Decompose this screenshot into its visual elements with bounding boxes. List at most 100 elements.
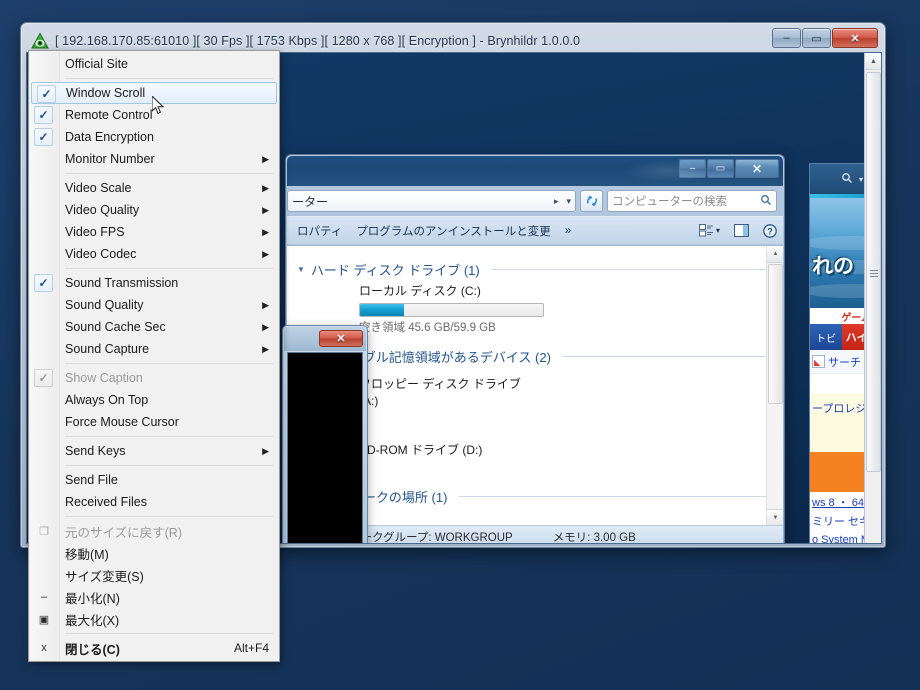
menu-item-n[interactable]: –最小化(N) [29,586,279,608]
menu-item-label: Monitor Number [65,152,252,166]
browser-search-icon[interactable] [841,172,853,187]
menu-item-label: Force Mouse Cursor [65,415,269,429]
drive-item-d[interactable]: BD-ROM ドライブ (D:) [359,442,766,459]
explorer-close-button[interactable]: ✕ [735,159,779,178]
menu-item-remote-control[interactable]: ✓Remote Control [29,104,279,126]
drive-item-a[interactable]: フロッピー ディスク ドライブ (A:) [359,376,766,410]
drive-usage-fill [360,304,404,316]
remote-vertical-scrollbar[interactable]: ▲ [864,53,881,543]
menu-item-x[interactable]: ▣最大化(X) [29,608,279,630]
menu-item-data-encryption[interactable]: ✓Data Encryption [29,126,279,148]
menu-item-monitor-number[interactable]: Monitor Number ▶ [29,148,279,170]
menu-item-c[interactable]: x閉じる(C)Alt+F4 [29,637,279,659]
menu-item-label: Video Scale [65,181,252,195]
status-workgroup: ワークグループ: WORKGROUP [349,529,513,544]
menu-item-label: Sound Capture [65,342,252,356]
explorer-titlebar[interactable]: – ▭ ✕ [287,156,783,186]
refresh-icon[interactable] [580,190,603,212]
console-close-button[interactable]: ✕ [319,330,363,347]
menu-item-send-keys[interactable]: Send Keys▶ [29,440,279,462]
menu-item-sound-capture[interactable]: Sound Capture▶ [29,338,279,360]
submenu-arrow-icon: ▶ [262,227,269,238]
menu-item-label: Video Quality [65,203,252,217]
menu-item-label: 移動(M) [65,544,269,563]
breadcrumb[interactable]: ーター ▸ ▾ [287,190,576,212]
menu-item-window-scroll[interactable]: ✓Window Scroll [31,82,277,104]
svg-text:?: ? [767,226,773,236]
menu-item-s[interactable]: サイズ変更(S) [29,564,279,586]
toolbar-uninstall-button[interactable]: プログラムのアンインストールと変更 [356,223,550,239]
drive-name: BD-ROM ドライブ (D:) [359,442,766,459]
menu-item-sound-cache-sec[interactable]: Sound Cache Sec▶ [29,316,279,338]
menu-item-video-scale[interactable]: Video Scale▶ [29,177,279,199]
explorer-toolbar: ロパティ プログラムのアンインストールと変更 » ▾ [287,216,783,244]
minimize-icon: – [37,590,51,604]
group-header-hard-disks[interactable]: ▼ ハード ディスク ドライブ (1) [297,260,766,279]
menu-item-label: Received Files [65,495,269,509]
explorer-window-buttons: – ▭ ✕ [679,159,779,178]
restore-icon: ❐ [37,524,51,538]
group-title: ハード ディスク ドライブ (1) [311,260,480,279]
scroll-up-arrow-icon[interactable]: ▲ [767,246,783,263]
menu-item-received-files[interactable]: Received Files [29,491,279,513]
menu-item-always-on-top[interactable]: Always On Top [29,389,279,411]
menu-item-video-codec[interactable]: Video Codec ▶ [29,243,279,265]
menu-item-label: 元のサイズに戻す(R) [65,522,269,541]
preview-pane-icon[interactable] [734,224,749,237]
menu-item-shortcut: Alt+F4 [234,641,269,655]
menu-separator [65,633,273,634]
menu-item-label: Window Scroll [66,86,266,100]
help-icon[interactable]: ? [763,224,777,238]
toolbar-overflow-button[interactable]: » [565,225,571,237]
menu-item-label: Sound Quality [65,298,252,312]
breadcrumb-segment[interactable]: ーター [292,193,328,210]
view-list-icon[interactable]: ▾ [699,224,720,237]
remote-scroll-thumb[interactable] [866,72,881,472]
menu-item-send-file[interactable]: Send File [29,469,279,491]
browser-caret-icon[interactable]: ▾ [859,175,863,184]
menu-item-sound-transmission[interactable]: ✓Sound Transmission [29,272,279,294]
scroll-down-arrow-icon[interactable]: ▼ [767,509,783,526]
search-icon [760,194,772,209]
minimize-button[interactable]: – [772,28,801,48]
explorer-vertical-scrollbar[interactable]: ▲ ▼ [766,246,783,526]
chart-icon [812,355,825,368]
submenu-arrow-icon: ▶ [262,154,269,165]
menu-item-label: Official Site [65,57,269,71]
chevron-down-icon[interactable]: ▾ [566,196,571,207]
console-output-area[interactable] [287,352,363,543]
drive-free-space: 空き領域 45.6 GB/59.9 GB [359,319,766,335]
menu-separator [65,78,273,79]
maximize-icon: ▣ [37,612,51,626]
close-button[interactable]: ✕ [832,28,878,48]
menu-item-video-fps[interactable]: Video FPS ▶ [29,221,279,243]
menu-item-official-site[interactable]: Official Site [29,53,279,75]
remote-scroll-up-arrow-icon[interactable]: ▲ [865,53,881,70]
menu-separator [65,173,273,174]
search-input[interactable]: コンピューターの検索 [607,190,777,212]
view-caret-icon[interactable]: ▾ [716,226,720,235]
menu-item-video-quality[interactable]: Video Quality▶ [29,199,279,221]
checkmark-icon: ✓ [34,274,53,292]
menu-item-m[interactable]: 移動(M) [29,542,279,564]
toolbar-properties-button[interactable]: ロパティ [297,223,342,239]
submenu-arrow-icon: ▶ [262,249,269,260]
menu-item-label: サイズ変更(S) [65,566,269,585]
maximize-button[interactable]: ▭ [802,28,831,48]
banner-left-label[interactable]: トビ [810,324,842,350]
menu-item-force-mouse-cursor[interactable]: Force Mouse Cursor [29,411,279,433]
console-titlebar[interactable]: ✕ [284,327,366,351]
submenu-arrow-icon: ▶ [262,446,269,457]
drive-item-c[interactable]: ローカル ディスク (C:) 空き領域 45.6 GB/59.9 GB [359,283,766,335]
menu-item-label: Video FPS [65,225,252,239]
chevron-right-icon: ▸ [554,196,559,207]
menu-item-label: Video Codec [65,247,252,261]
checkmark-icon: ✓ [34,128,53,146]
group-rule [459,496,766,497]
drive-name-line2: (A:) [359,393,766,410]
explorer-scroll-thumb[interactable] [768,264,783,404]
explorer-minimize-button[interactable]: – [679,159,706,178]
menu-item-sound-quality[interactable]: Sound Quality▶ [29,294,279,316]
collapse-triangle-icon[interactable]: ▼ [297,265,305,274]
explorer-maximize-button[interactable]: ▭ [707,159,734,178]
